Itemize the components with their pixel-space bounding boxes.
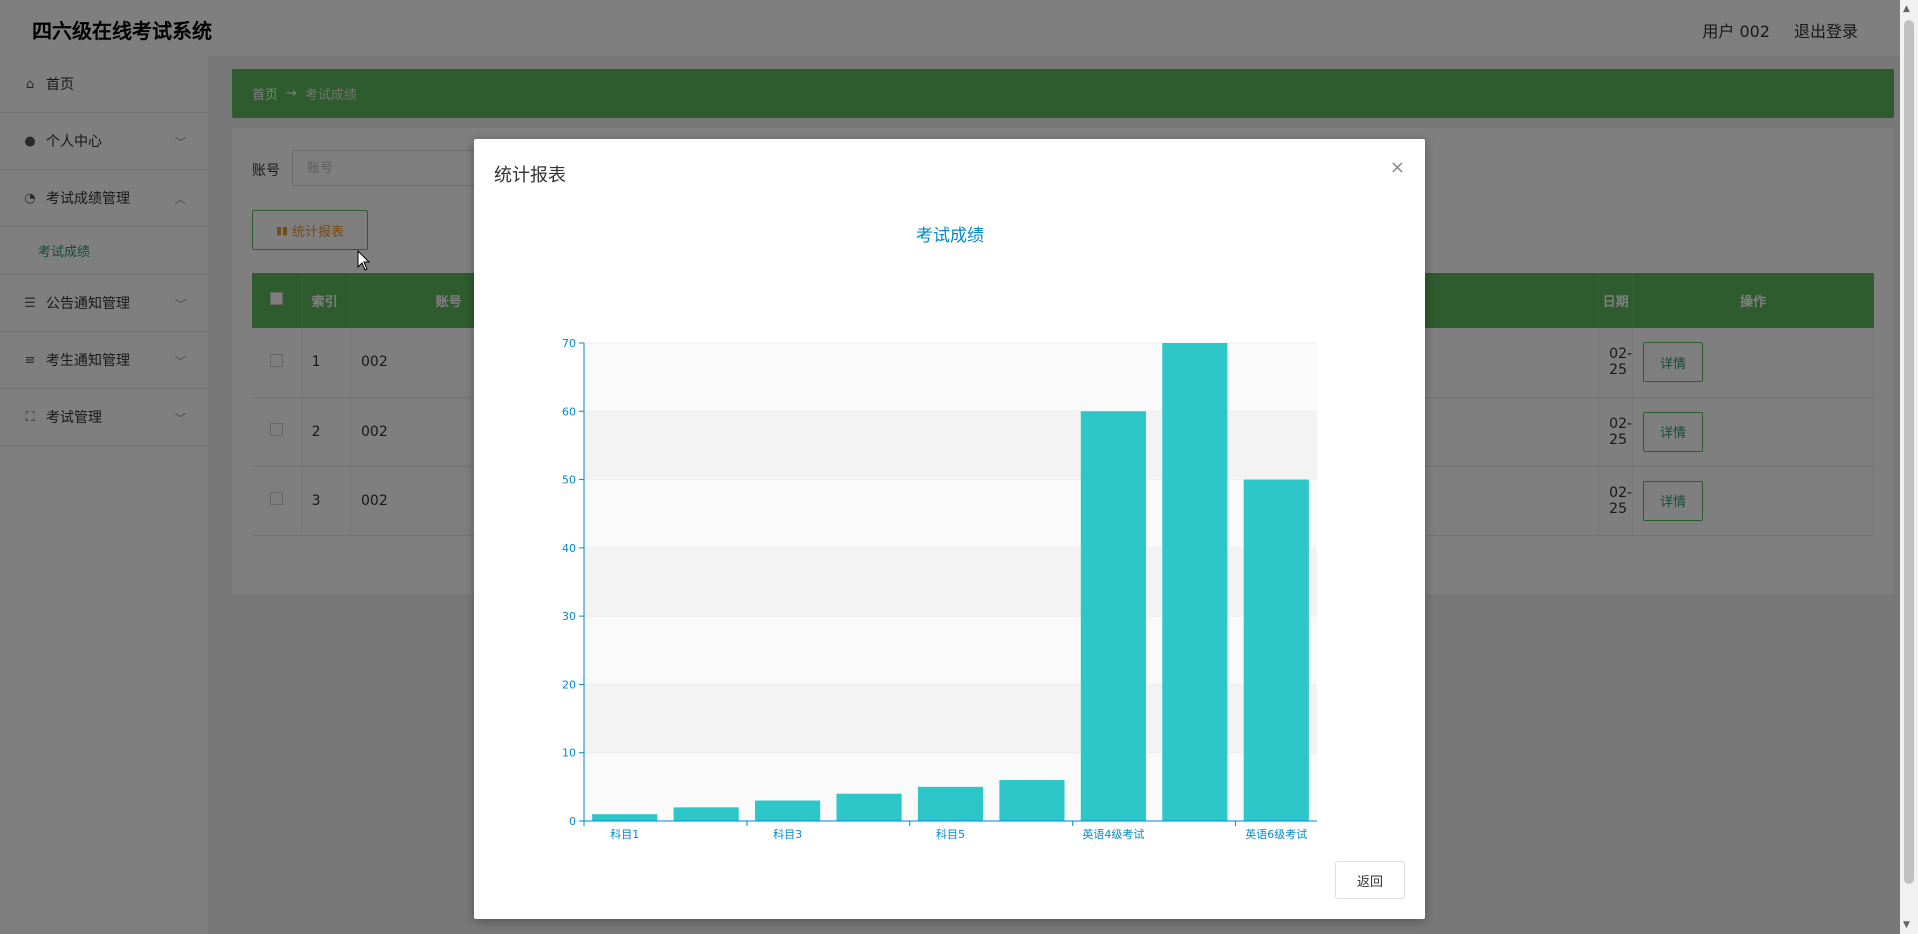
bar-英语5级考试[interactable] [1162,343,1228,821]
bar-科目4[interactable] [836,793,902,821]
mouse-cursor-icon [357,250,371,271]
y-tick-label: 70 [562,337,576,350]
close-icon[interactable]: × [1390,157,1405,178]
y-tick-label: 0 [569,815,576,828]
bar-英语6级考试[interactable] [1243,479,1309,821]
back-button[interactable]: 返回 [1335,861,1405,899]
scroll-down-icon[interactable]: ▼ [1903,920,1910,930]
x-tick-label: 英语4级考试 [1082,827,1144,841]
y-tick-label: 50 [562,474,576,487]
page-scrollbar[interactable]: ▲ ▼ [1900,0,1918,934]
x-tick-label: 科目1 [610,827,639,841]
chart-title: 考试成绩 [916,226,984,246]
y-tick-label: 10 [562,747,576,760]
scroll-up-icon[interactable]: ▲ [1903,4,1910,14]
y-tick-label: 60 [562,405,576,418]
scrollbar-thumb[interactable] [1904,20,1914,884]
x-tick-label: 科目3 [773,827,802,841]
bar-科目5[interactable] [917,786,984,821]
y-tick-label: 20 [562,678,576,691]
y-tick-label: 30 [562,610,576,623]
x-tick-label: 科目5 [936,827,965,841]
modal-title: 统计报表 [494,165,566,186]
bar-英语4级考试[interactable] [1080,411,1146,821]
bar-科目1[interactable] [592,814,658,821]
y-tick-label: 40 [562,542,576,555]
bar-科目3[interactable] [755,800,821,821]
bar-科目2[interactable] [673,807,739,821]
bar-科目6[interactable] [999,780,1065,821]
x-tick-label: 英语6级考试 [1245,827,1307,841]
statistics-report-modal: 统计报表 × 考试成绩 0 10 20 30 40 50 60 70 科目1 科目3 科目5 英语4级… [474,139,1425,919]
score-bar-chart: 考试成绩 0 10 20 30 40 50 60 70 科目1 科目3 科目5 英语4级考试 英语6级考… [562,226,1317,841]
